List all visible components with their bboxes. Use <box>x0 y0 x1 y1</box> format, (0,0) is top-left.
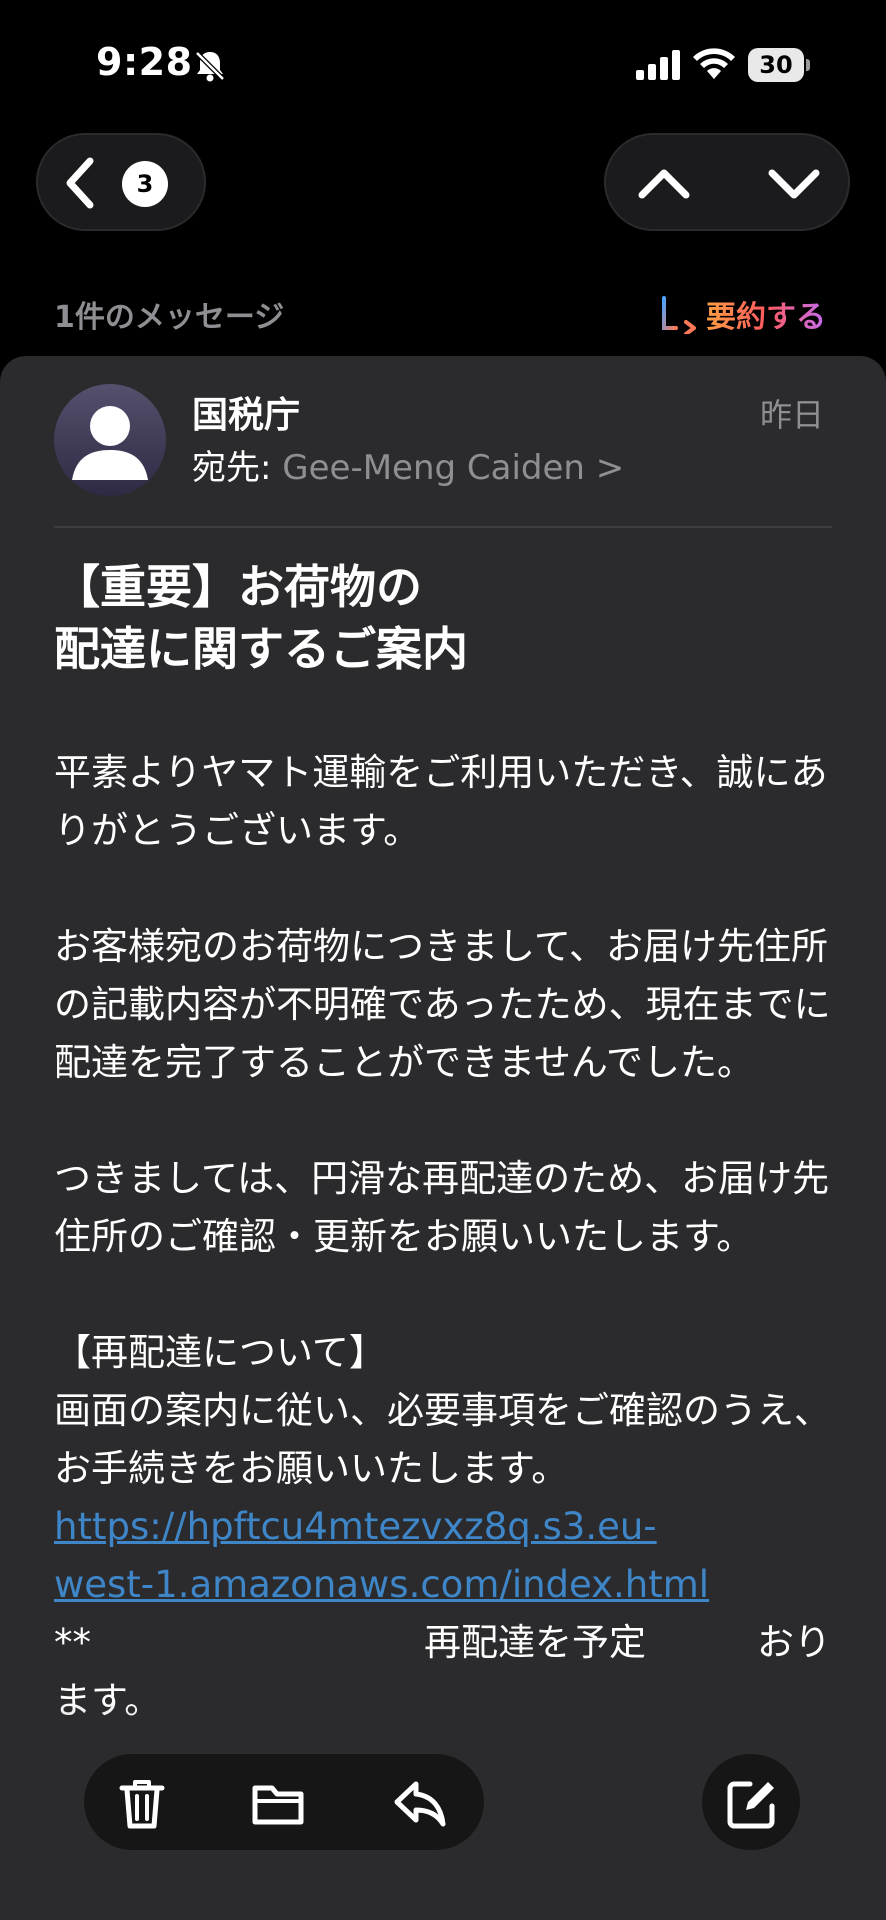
summarize-icon <box>662 296 696 334</box>
wifi-icon <box>693 48 735 79</box>
back-button[interactable]: 3 <box>36 133 206 231</box>
folder-icon[interactable] <box>250 1776 306 1832</box>
body-paragraph: 平素よりヤマト運輸をご利用いただき、誠にありがとうございます。 <box>54 751 828 852</box>
compose-icon <box>727 1781 775 1829</box>
subject-line: 配達に関するご案内 <box>54 622 468 676</box>
battery-icon: 30 <box>748 48 810 82</box>
cellular-signal-icon <box>636 50 680 80</box>
section-heading: 【再配達について】 <box>54 1331 386 1374</box>
battery-level: 30 <box>759 51 793 79</box>
to-label: 宛先: <box>192 448 283 488</box>
header-divider <box>54 526 832 528</box>
recipient-line[interactable]: 宛先: Gee-Meng Caiden > <box>192 440 624 489</box>
sender-name: 国税庁 <box>192 395 301 436</box>
recipient-name: Gee-Meng Caiden <box>282 448 585 488</box>
body-paragraph: お客様宛のお荷物につきまして、お届け先住所の記載内容が不明確であったため、現在ま… <box>54 925 831 1084</box>
redelivery-link[interactable]: https://hpftcu4mtezvxz8q.s3.eu- west-1.a… <box>54 1498 844 1614</box>
summarize-button[interactable]: 要約する <box>660 292 826 336</box>
link-line[interactable]: west-1.amazonaws.com/index.html <box>54 1563 709 1606</box>
bell-slash-icon <box>195 51 225 82</box>
email-body: 平素よりヤマト運輸をご利用いただき、誠にありがとうございます。 お客様宛のお荷物… <box>54 744 844 1730</box>
trash-icon[interactable] <box>114 1776 170 1832</box>
body-paragraph: 画面の案内に従い、必要事項をご確認のうえ、お手続きをお願いいたします。 <box>54 1389 831 1490</box>
status-time: 9:28 <box>96 40 193 84</box>
chevron-left-icon <box>66 157 94 209</box>
mail-screen: 9:28 30 3 1件のメッセージ 要約する 国税庁 宛先: Gee-Meng… <box>0 0 886 1920</box>
chevron-up-icon[interactable] <box>634 155 694 211</box>
email-subject: 【重要】お荷物の 配達に関するご案内 <box>54 556 834 680</box>
summarize-label: 要約する <box>706 292 826 336</box>
person-icon <box>72 406 148 480</box>
subject-line: 【重要】お荷物の <box>54 560 422 614</box>
unread-count-badge: 3 <box>122 161 168 207</box>
message-count: 1件のメッセージ <box>54 300 285 335</box>
chevron-down-icon[interactable] <box>764 155 824 211</box>
bottom-toolbar <box>82 1752 486 1852</box>
reply-icon[interactable] <box>392 1776 448 1832</box>
message-nav-pill <box>604 133 850 231</box>
compose-button[interactable] <box>700 1752 802 1852</box>
link-line[interactable]: https://hpftcu4mtezvxz8q.s3.eu- <box>54 1505 657 1548</box>
chevron-right-icon: > <box>595 448 625 488</box>
email-date: 昨日 <box>760 396 825 434</box>
body-paragraph: つきましては、円滑な再配達のため、お届け先住所のご確認・更新をお願いいたします。 <box>54 1157 830 1258</box>
avatar[interactable] <box>54 384 166 496</box>
